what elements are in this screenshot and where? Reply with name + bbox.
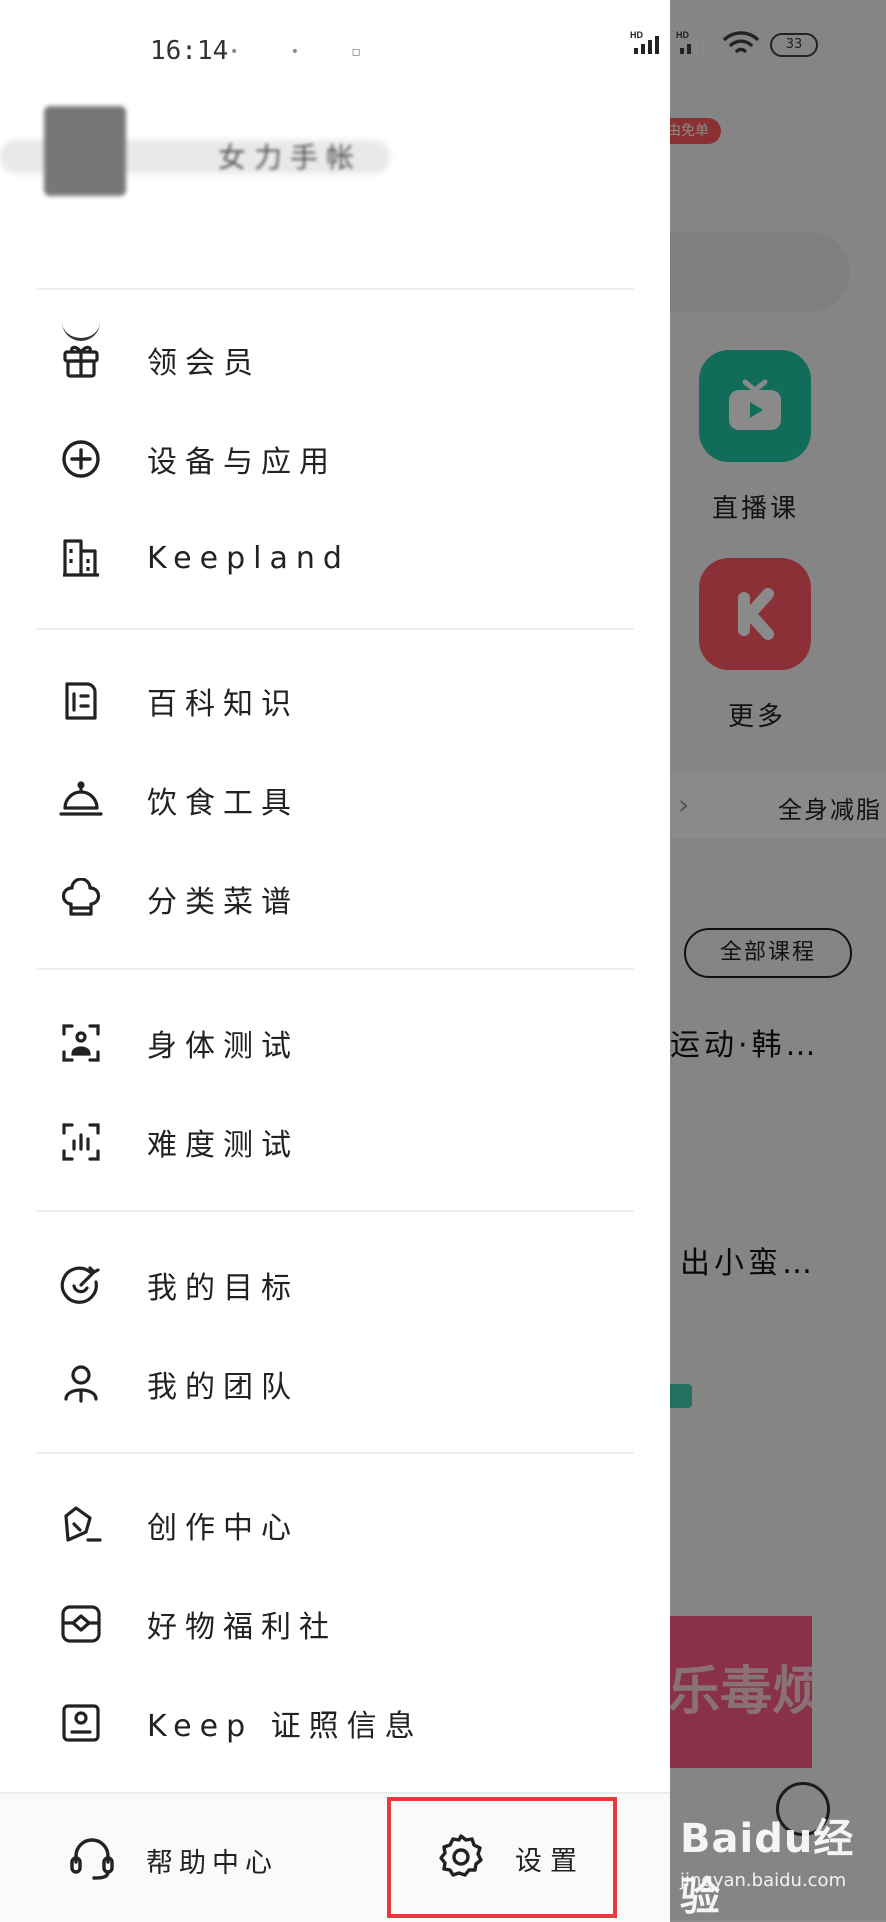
- menu-label: 百科知识: [147, 687, 299, 722]
- menu-label: 我的目标: [147, 1271, 299, 1306]
- menu-item-recipes[interactable]: 分类菜谱: [0, 859, 670, 939]
- menu-item-my-team[interactable]: 我的团队: [0, 1344, 670, 1424]
- team-icon: [58, 1361, 104, 1407]
- plus-circle-icon: [58, 436, 104, 482]
- status-notification-icons: • • ▫: [230, 44, 385, 60]
- divider: [36, 1210, 634, 1212]
- gift-icon: [58, 337, 104, 383]
- target-icon: [58, 1262, 104, 1308]
- wifi-icon: [722, 30, 760, 60]
- menu-label: 分类菜谱: [147, 885, 299, 920]
- divider: [36, 288, 634, 290]
- menu-label: 领会员: [147, 346, 261, 381]
- menu-item-body-test[interactable]: 身体测试: [0, 1003, 670, 1083]
- signal-icon-2: HD: [676, 30, 712, 60]
- status-time: 16:14: [150, 36, 229, 66]
- building-icon: [58, 535, 104, 581]
- cloche-icon: [58, 777, 104, 823]
- menu-label: 设备与应用: [147, 445, 337, 480]
- menu-item-creator-center[interactable]: 创作中心: [0, 1485, 670, 1565]
- menu-label: Keep 证照信息: [147, 1709, 423, 1744]
- profile-header[interactable]: 女力手帐: [0, 100, 670, 341]
- avatar[interactable]: [44, 106, 126, 196]
- menu-label: 难度测试: [147, 1128, 299, 1163]
- menu-item-goods-club[interactable]: 好物福利社: [0, 1584, 670, 1664]
- menu-label: 饮食工具: [147, 786, 299, 821]
- headset-icon: [68, 1834, 116, 1886]
- battery-icon: 33: [770, 33, 818, 57]
- user-name[interactable]: 女力手帐: [218, 136, 362, 176]
- menu-item-difficulty-test[interactable]: 难度测试: [0, 1102, 670, 1182]
- menu-item-encyclopedia[interactable]: 百科知识: [0, 661, 670, 741]
- shop-icon: [58, 1601, 104, 1647]
- chef-hat-icon: [58, 876, 104, 922]
- signal-icon: HD: [630, 30, 666, 60]
- body-scan-icon: [58, 1020, 104, 1066]
- menu-label: 好物福利社: [147, 1610, 337, 1645]
- help-center-button[interactable]: 帮助中心: [68, 1834, 278, 1886]
- book-icon: [58, 678, 104, 724]
- baidu-watermark: Baidu经验: [680, 1816, 855, 1920]
- status-bar-right: HD HD 33: [630, 30, 818, 60]
- menu-label: 我的团队: [147, 1370, 299, 1405]
- menu-item-devices[interactable]: 设备与应用: [0, 419, 670, 499]
- divider: [36, 1452, 634, 1454]
- license-icon: [58, 1700, 104, 1746]
- level-scan-icon: [58, 1119, 104, 1165]
- settings-highlight-box: [387, 1797, 617, 1918]
- menu-label: 身体测试: [147, 1029, 299, 1064]
- menu-item-keepland[interactable]: Keepland: [0, 518, 670, 598]
- svg-text:HD: HD: [676, 30, 689, 40]
- menu-item-my-goals[interactable]: 我的目标: [0, 1245, 670, 1325]
- menu-label: 创作中心: [147, 1511, 299, 1546]
- divider: [36, 628, 634, 630]
- side-drawer: 16:14 • • ▫ 女力手帐 领会员 设备与应用 Keepland 百科知识: [0, 0, 670, 1922]
- divider: [36, 968, 634, 970]
- baidu-watermark-url: jingyan.baidu.com: [680, 1870, 847, 1891]
- menu-label: Keepland: [147, 540, 350, 576]
- menu-item-vip[interactable]: 领会员: [0, 320, 670, 400]
- pen-icon: [58, 1502, 104, 1548]
- menu-item-license-info[interactable]: Keep 证照信息: [0, 1683, 670, 1763]
- help-center-label: 帮助中心: [146, 1847, 278, 1879]
- menu-item-diet-tools[interactable]: 饮食工具: [0, 760, 670, 840]
- svg-text:HD: HD: [630, 30, 643, 40]
